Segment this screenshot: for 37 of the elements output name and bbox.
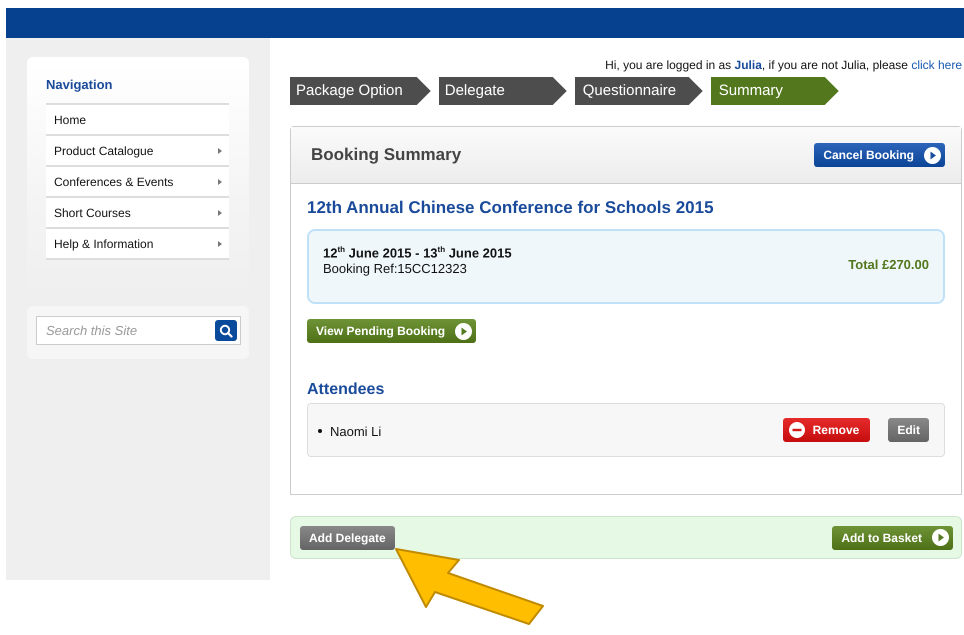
submenu-arrow-icon xyxy=(218,210,222,216)
click-here-link[interactable]: click here xyxy=(911,58,962,72)
navigation-title: Navigation xyxy=(46,77,114,92)
event-title: 12th Annual Chinese Conference for Schools 2015 xyxy=(307,198,715,218)
add-delegate-button[interactable]: Add Delegate xyxy=(300,526,395,550)
play-icon xyxy=(455,322,472,340)
play-icon xyxy=(932,529,949,546)
minus-icon xyxy=(788,422,805,438)
submenu-arrow-icon xyxy=(218,240,222,246)
progress-step: Summary xyxy=(710,77,839,105)
progress-step: Questionnaire xyxy=(574,77,703,105)
nav-item[interactable]: Short Courses xyxy=(46,198,229,229)
search-box[interactable]: Search this Site xyxy=(36,316,241,345)
search-button[interactable] xyxy=(215,320,237,341)
attendees-title: Attendees xyxy=(307,381,386,399)
edit-button[interactable]: Edit xyxy=(888,418,929,442)
nav-item[interactable]: Conferences & Events xyxy=(46,167,229,198)
progress-step: Package Option xyxy=(290,77,431,105)
event-dates: 12$^{th}$ June 2015 - 13$^{th}$ June 2015 xyxy=(323,245,512,260)
login-greeting: Hi, you are logged in as Julia, if you are not Julia, please click here xyxy=(605,58,962,72)
view-pending-booking-button[interactable]: View Pending Booking xyxy=(307,319,476,343)
panel-title: Booking Summary xyxy=(311,145,462,165)
progress-step: Delegate xyxy=(438,77,567,105)
nav-item[interactable]: Product Catalogue xyxy=(46,136,229,167)
search-field[interactable]: Search this Site xyxy=(44,322,215,339)
cancel-booking-button[interactable]: Cancel Booking xyxy=(814,143,945,167)
remove-button[interactable]: Remove xyxy=(782,418,870,442)
submenu-arrow-icon xyxy=(218,148,222,154)
nav-item[interactable]: Home xyxy=(46,105,229,136)
booking-reference: Booking Ref:15CC12323 xyxy=(323,261,468,276)
nav-item[interactable]: Help & Information xyxy=(46,229,229,260)
booking-total: Total £270.00 xyxy=(848,257,929,274)
play-icon xyxy=(924,146,941,164)
add-to-basket-button[interactable]: Add to Basket xyxy=(832,526,953,550)
attendee-name: Naomi Li xyxy=(330,424,382,438)
submenu-arrow-icon xyxy=(218,178,222,184)
bullet-icon xyxy=(318,429,322,433)
